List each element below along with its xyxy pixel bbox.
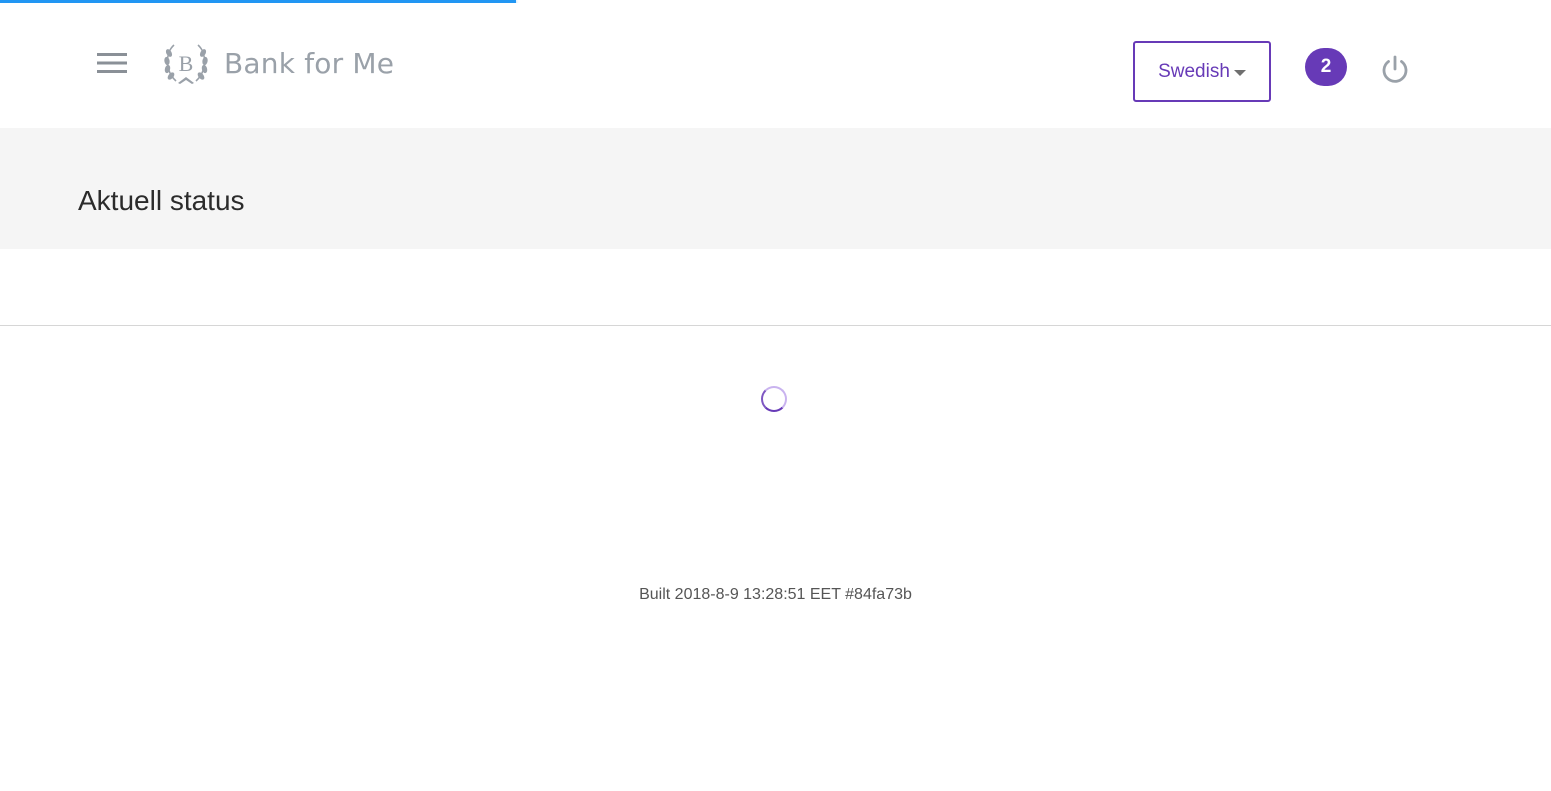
loading-spinner-icon — [761, 386, 787, 412]
brand-logo[interactable]: B Bank for Me — [160, 39, 394, 87]
power-icon — [1382, 55, 1408, 83]
content-divider — [0, 325, 1551, 326]
app-header: B Bank for Me Swedish 2 — [0, 3, 1551, 128]
notifications-badge[interactable]: 2 — [1305, 48, 1347, 86]
language-select[interactable]: Swedish — [1133, 41, 1271, 102]
logo-monogram: B — [179, 51, 194, 76]
brand-name: Bank for Me — [224, 46, 395, 80]
language-select-value: Swedish — [1158, 60, 1230, 82]
logout-button[interactable] — [1376, 51, 1414, 89]
hamburger-menu-icon — [97, 53, 127, 73]
menu-button[interactable] — [92, 45, 132, 81]
page: B Bank for Me Swedish 2 Aktuell status B… — [0, 0, 1551, 791]
laurel-b-crest-icon: B — [164, 44, 208, 84]
build-info: Built 2018-8-9 13:28:51 EET #84fa73b — [639, 586, 912, 603]
page-title: Aktuell status — [78, 185, 245, 216]
caret-down-icon — [1233, 69, 1246, 76]
page-title-band: Aktuell status — [0, 128, 1551, 249]
